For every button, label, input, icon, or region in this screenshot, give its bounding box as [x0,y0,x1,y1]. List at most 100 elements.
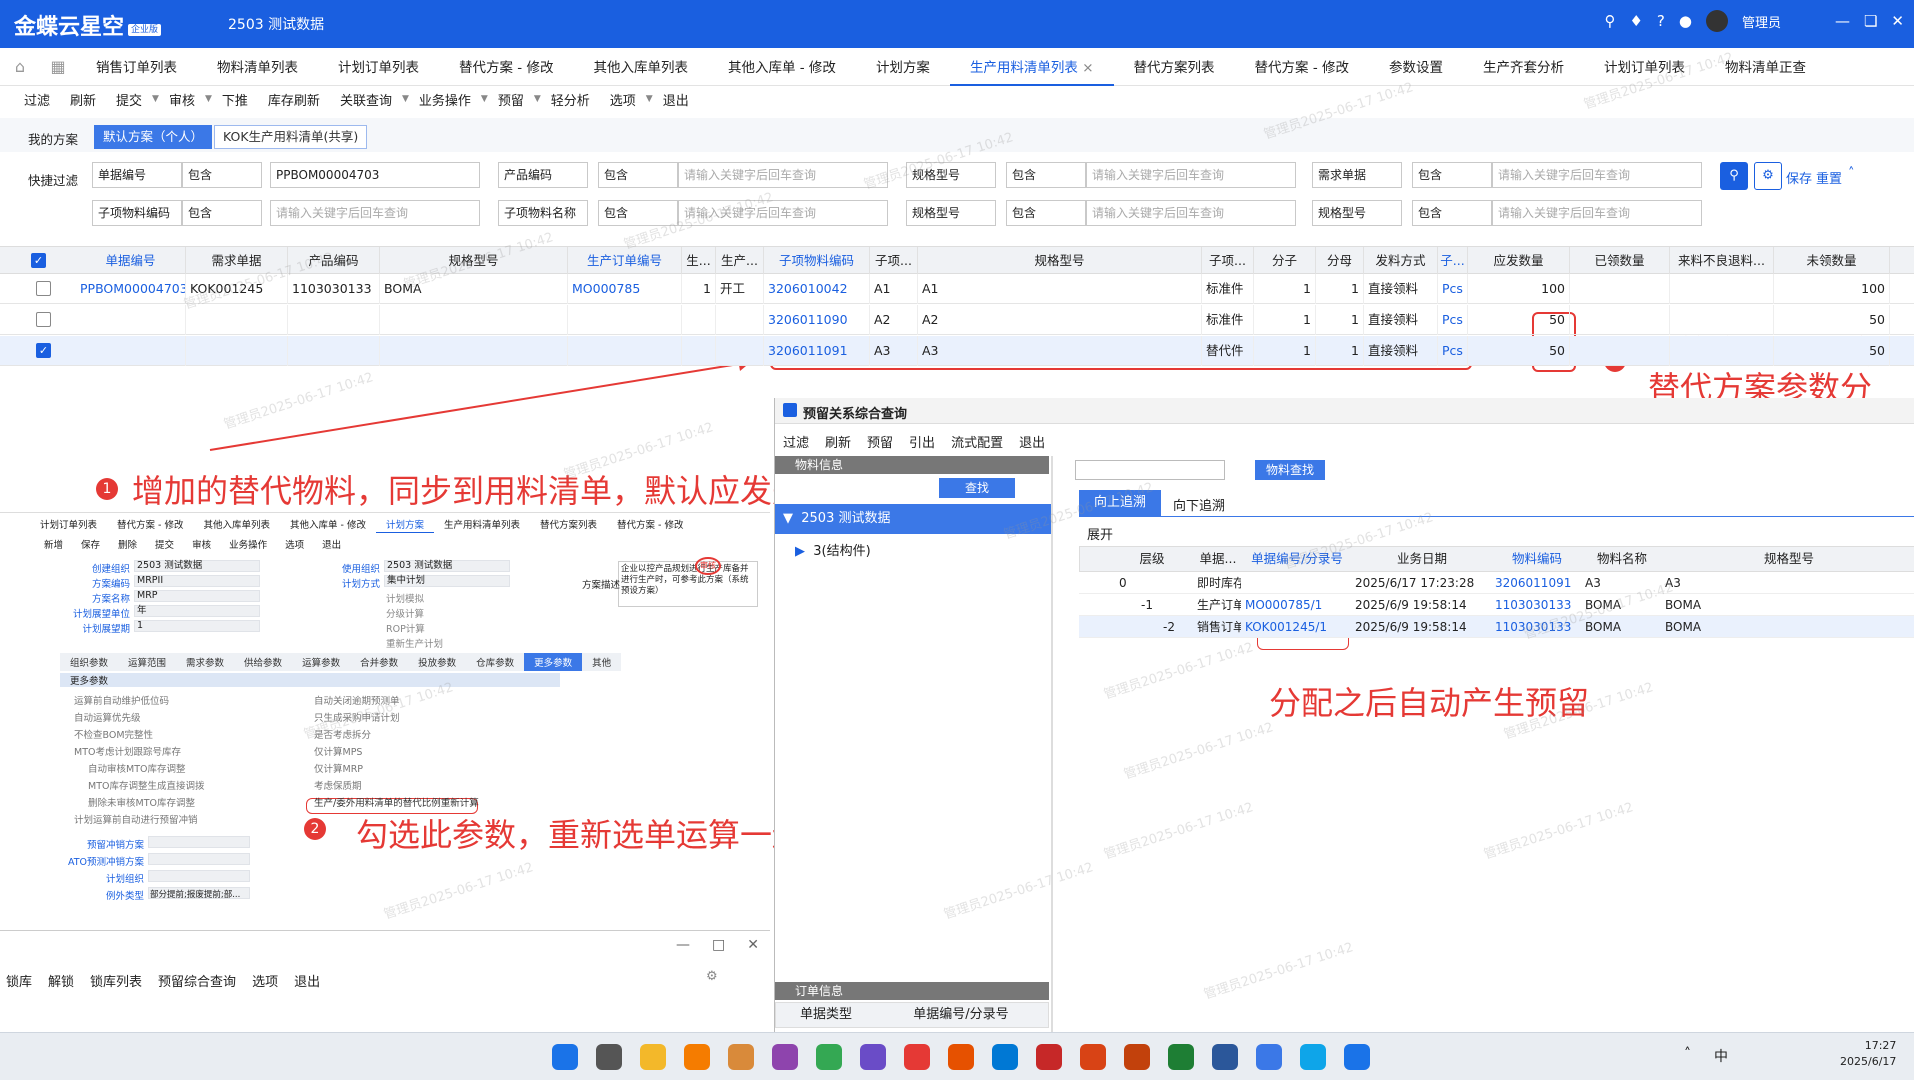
taskbar-app-icon[interactable] [640,1044,666,1070]
taskbar-app-icon[interactable] [904,1044,930,1070]
filter-operator-select[interactable]: 包含 [1412,162,1492,188]
table-cell[interactable]: PPBOM00004703 [76,274,186,304]
filter-value-input[interactable]: 请输入关键字后回车查询 [270,200,480,226]
reserve-row[interactable]: 0 即时库存 2025/6/17 17:23:28 3206011091 A3 A3 [1079,572,1914,594]
tab-4[interactable]: 其他入库单列表 [573,48,708,86]
lower-close-icon[interactable]: ✕ [747,937,759,953]
filter-value-input[interactable]: 请输入关键字后回车查询 [1492,162,1702,188]
reserve-col-header[interactable]: 规格型号 [1662,547,1914,571]
tab-2[interactable]: 计划订单列表 [318,48,439,86]
filter-operator-select[interactable]: 包含 [182,162,262,188]
tab-0[interactable]: 销售订单列表 [76,48,197,86]
taskbar-app-icon[interactable] [1080,1044,1106,1070]
filter-value-input[interactable]: 请输入关键字后回车查询 [1492,200,1702,226]
lower-tool[interactable]: 解锁 [48,971,74,990]
reserve-col-header[interactable]: 单据... [1194,547,1242,571]
search-button[interactable]: ⚲ [1720,162,1748,190]
filter-field-select[interactable]: 规格型号 [906,200,996,226]
taskbar-app-icon[interactable] [860,1044,886,1070]
taskbar-app-icon[interactable] [1344,1044,1370,1070]
menu-icon[interactable]: ● [1679,12,1692,30]
reserve-col-header[interactable]: 物料编码 [1492,547,1582,571]
tab-9[interactable]: 替代方案 - 修改 [1235,48,1369,86]
taskbar-app-icon[interactable] [1212,1044,1238,1070]
grid-col-header[interactable]: 子... [1438,247,1468,275]
reserve-col-header[interactable]: 物料名称 [1582,547,1662,571]
lower-restore-icon[interactable]: □ [712,937,725,953]
reserve-tool[interactable]: 引出 [909,432,935,451]
search-icon[interactable]: ⚲ [1604,12,1615,30]
table-cell[interactable]: Pcs [1438,274,1468,304]
select-all-checkbox[interactable]: ✓ [31,253,46,268]
grid-col-header[interactable]: 生产订单编号 [568,247,682,275]
taskbar-app-icon[interactable] [816,1044,842,1070]
tab-5[interactable]: 其他入库单 - 修改 [708,48,856,86]
tab-11[interactable]: 生产齐套分析 [1463,48,1584,86]
grid-col-header[interactable]: 生产... [716,247,764,275]
restore-icon[interactable]: ❏ [1864,12,1877,30]
grid-col-header[interactable]: 分子 [1254,247,1316,275]
grid-col-header[interactable]: 单据编号 [76,247,186,275]
reserve-row[interactable]: -2 销售订单 KOK001245/1 2025/6/9 19:58:14 110303… [1079,616,1914,638]
taskbar-app-icon[interactable] [728,1044,754,1070]
tool-filter[interactable]: 过滤 [14,90,60,109]
lower-tool[interactable]: 预留综合查询 [158,971,236,990]
tool-audit[interactable]: 审核 [159,90,205,109]
bell-icon[interactable]: ♦ [1629,12,1642,30]
grid-col-header[interactable]: 规格型号 [918,247,1202,275]
row-checkbox[interactable] [36,312,51,327]
taskbar-app-icon[interactable] [1256,1044,1282,1070]
grid-col-header[interactable]: 子项... [1202,247,1254,275]
row-checkbox[interactable] [36,281,51,296]
table-cell[interactable]: 3206011091 [764,336,870,366]
grid-col-header[interactable]: 子项物料编码 [764,247,870,275]
tree-search-button[interactable]: 查找 [939,478,1015,498]
ime-indicator[interactable]: 中 [1714,1046,1728,1066]
tab-1[interactable]: 物料清单列表 [197,48,318,86]
table-cell[interactable]: Pcs [1438,336,1468,366]
lower-minimize-icon[interactable]: — [676,937,690,953]
tab-trace-down[interactable]: 向下追溯 [1173,495,1225,514]
material-search-input[interactable] [1075,460,1225,480]
tool-related[interactable]: 关联查询 [330,90,402,109]
reserve-tool[interactable]: 过滤 [783,432,809,451]
filter-value-input[interactable]: 请输入关键字后回车查询 [678,162,888,188]
lower-tool[interactable]: 锁库列表 [90,971,142,990]
filter-operator-select[interactable]: 包含 [1412,200,1492,226]
close-icon[interactable]: ✕ [1891,12,1904,30]
table-row[interactable]: ✓ 3206011091 A3 A3 替代件 1 1 直接领料 Pcs 50 50 [0,336,1914,366]
reserve-cell[interactable]: KOK001245/1 [1245,616,1351,638]
grid-col-header[interactable]: 发料方式 [1364,247,1438,275]
dataset-name[interactable]: 2503 测试数据 [228,14,324,34]
taskbar-app-icon[interactable] [992,1044,1018,1070]
lower-tool[interactable]: 退出 [294,971,320,990]
avatar[interactable] [1705,10,1728,32]
scheme-default-button[interactable]: 默认方案（个人） [94,125,213,149]
tool-business[interactable]: 业务操作 [409,90,481,109]
filter-field-select[interactable]: 规格型号 [1312,200,1402,226]
filter-value-input[interactable]: 请输入关键字后回车查询 [1086,200,1296,226]
clock[interactable]: 17:27 2025/6/17 [1840,1038,1896,1070]
reserve-tool[interactable]: 流式配置 [951,432,1003,451]
tool-submit[interactable]: 提交 [106,90,152,109]
reserve-col-header[interactable]: 层级 [1110,547,1194,571]
grid-col-header[interactable]: 子项... [870,247,918,275]
tool-light-analysis[interactable]: 轻分析 [541,90,600,109]
table-cell[interactable] [568,305,682,335]
scheme-shared-button[interactable]: KOK生产用料清单(共享) [214,125,368,149]
tab-8[interactable]: 替代方案列表 [1114,48,1235,86]
grid-col-header[interactable]: 应发数量 [1468,247,1570,275]
taskbar-app-icon[interactable] [1036,1044,1062,1070]
filter-field-select[interactable]: 单据编号 [92,162,182,188]
material-search-button[interactable]: 物料查找 [1255,460,1325,480]
taskbar-app-icon[interactable] [552,1044,578,1070]
filter-operator-select[interactable]: 包含 [182,200,262,226]
taskbar-app-icon[interactable] [1124,1044,1150,1070]
tool-options[interactable]: 选项 [600,90,646,109]
lower-settings-icon[interactable]: ⚙ [706,969,718,984]
tool-stock-refresh[interactable]: 库存刷新 [258,90,330,109]
tool-push[interactable]: 下推 [212,90,258,109]
save-filter-link[interactable]: 保存 [1786,168,1812,187]
help-icon[interactable]: ? [1657,12,1665,30]
collapse-icon[interactable]: ˄ [1848,166,1855,181]
